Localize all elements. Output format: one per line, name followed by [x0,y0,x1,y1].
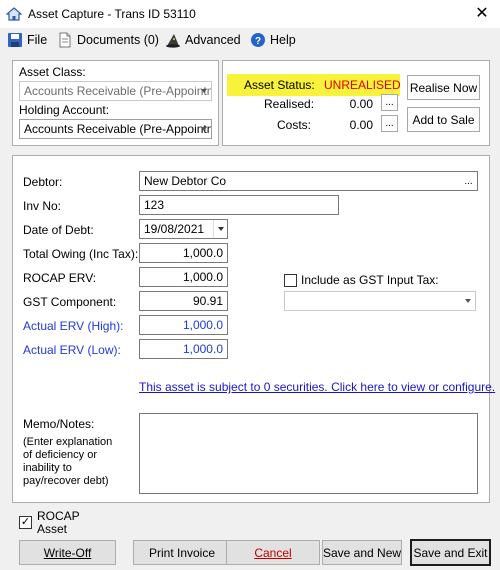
rocap-erv-field[interactable]: 1,000.0 [139,267,228,287]
chevron-down-icon [201,89,207,93]
menu-documents-label: Documents (0) [77,33,159,47]
holding-account-value: Accounts Receivable (Pre-Appointment) [24,122,211,136]
costs-ellipsis-button[interactable]: ... [381,115,398,132]
menu-file-label: File [27,33,48,47]
realised-label: Realised: [264,97,315,111]
gst-input-select [284,291,476,311]
help-icon: ? [251,33,265,47]
date-of-debt-value: 19/08/2021 [144,222,205,236]
inv-no-label: Inv No: [23,199,62,213]
rocap-asset-label: ROCAP Asset [37,509,80,536]
menu-advanced-label: Advanced [185,33,241,47]
holding-account-select[interactable]: Accounts Receivable (Pre-Appointment) [19,119,212,139]
chevron-down-icon [218,227,224,231]
gst-component-label: GST Component: [23,295,117,309]
realised-value: 0.00 [349,97,373,111]
realise-now-button[interactable]: Realise Now [407,75,480,100]
asset-status-value: UNREALISED [324,78,401,92]
memo-textarea[interactable] [139,413,478,494]
debtor-label: Debtor: [23,175,63,189]
date-of-debt-label: Date of Debt: [23,223,94,237]
svg-text:?: ? [255,36,261,47]
realised-ellipsis-button[interactable]: ... [381,94,398,111]
gst-input-label: Include as GST Input Tax: [301,273,439,287]
total-owing-field[interactable]: 1,000.0 [139,243,228,263]
rocap-asset-checkbox[interactable]: ✓ [19,516,32,529]
wizard-hat-icon [166,34,180,48]
save-and-exit-button[interactable]: Save and Exit [410,539,491,566]
add-to-sale-button[interactable]: Add to Sale [407,107,480,132]
inv-no-field[interactable]: 123 [139,195,339,215]
print-invoice-button[interactable]: Print Invoice [133,540,231,565]
cancel-button[interactable]: Cancel [226,540,320,565]
memo-hint: (Enter explanation of deficiency or inab… [23,436,113,487]
debtor-ellipsis-button[interactable]: ... [459,171,478,191]
actual-erv-high-field[interactable]: 1,000.0 [139,315,228,335]
chevron-down-icon [465,299,471,303]
actual-erv-low-label: Actual ERV (Low): [23,343,121,357]
actual-erv-high-label: Actual ERV (High): [23,319,124,333]
asset-class-label: Asset Class: [19,65,86,79]
total-owing-label: Total Owing (Inc Tax): [23,247,139,261]
rocap-erv-label: ROCAP ERV: [23,271,97,285]
menu-help[interactable]: ? Help [250,31,296,49]
holding-account-label: Holding Account: [19,103,110,117]
gst-component-field[interactable]: 90.91 [139,291,228,311]
menu-file[interactable]: File [7,31,47,49]
menu-help-label: Help [270,33,296,47]
chevron-down-icon [201,127,207,131]
document-icon [59,32,71,48]
close-icon[interactable]: ✕ [472,3,492,23]
asset-class-value: Accounts Receivable (Pre-Appointment) [24,84,211,98]
debtor-value: New Debtor Co [144,174,227,188]
memo-label: Memo/Notes: [23,417,95,431]
window-title: Asset Capture - Trans ID 53110 [28,7,196,21]
date-dropdown-button[interactable] [213,220,227,238]
securities-link[interactable]: This asset is subject to 0 securities. C… [139,380,495,394]
debtor-field[interactable]: New Debtor Co [139,171,478,191]
save-and-new-button[interactable]: Save and New [322,540,402,565]
asset-class-select: Accounts Receivable (Pre-Appointment) [19,81,212,101]
asset-status-label: Asset Status: [244,78,315,92]
costs-label: Costs: [277,118,312,132]
date-of-debt-picker[interactable]: 19/08/2021 [139,219,228,239]
actual-erv-low-field[interactable]: 1,000.0 [139,339,228,359]
gst-input-checkbox[interactable] [284,274,297,287]
menu-documents[interactable]: Documents (0) [57,31,159,49]
menu-advanced[interactable]: Advanced [165,31,241,49]
house-app-icon [6,7,22,21]
write-off-button[interactable]: Write-Off [19,540,116,565]
floppy-disk-icon [8,33,22,47]
costs-value: 0.00 [349,118,373,132]
